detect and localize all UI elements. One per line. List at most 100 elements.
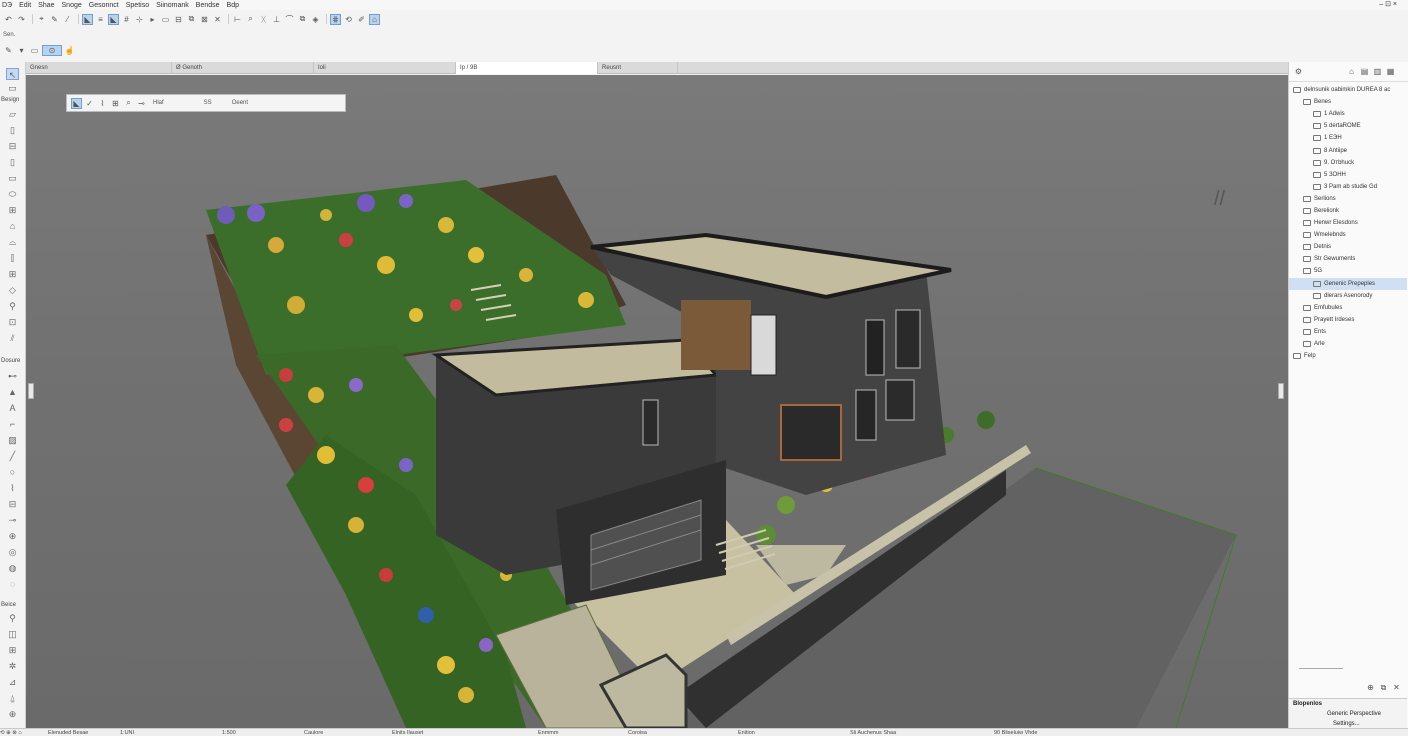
right-panel-handle[interactable]: [1278, 383, 1284, 399]
drawing-tool-icon[interactable]: ⊟: [6, 498, 19, 510]
redo-icon[interactable]: ↷: [16, 14, 27, 25]
status-icons[interactable]: ⟲ ⊕ ⊗ ⌂: [0, 730, 40, 736]
view-map-icon[interactable]: ▤: [1359, 66, 1370, 77]
tree-item[interactable]: Arle: [1289, 338, 1407, 350]
curtain-wall-tool-icon[interactable]: ⊞: [6, 268, 19, 280]
navigator-menu-icon[interactable]: ⚙: [1293, 66, 1304, 77]
menu-file[interactable]: DЭ: [2, 2, 12, 9]
menu-document[interactable]: Gesonnct: [89, 2, 119, 9]
edit-icon[interactable]: ✐: [356, 14, 367, 25]
mesh-tool-icon[interactable]: ⫽: [6, 332, 19, 344]
menu-window[interactable]: Bendse: [196, 2, 220, 9]
measure-icon[interactable]: ⊢: [232, 14, 243, 25]
field-a[interactable]: SS: [204, 100, 212, 106]
trace-icon[interactable]: ᚷ: [258, 14, 269, 25]
opening-tool-icon[interactable]: ⊕: [6, 708, 19, 720]
tree-item[interactable]: 5 ЗОНН: [1289, 169, 1407, 181]
tree-item[interactable]: 5 dertaROME: [1289, 120, 1407, 132]
add-view-icon[interactable]: ⊕: [1365, 682, 1376, 693]
lamp-tool-icon[interactable]: ✲: [6, 660, 19, 672]
pick-up-icon[interactable]: ⌖: [36, 14, 47, 25]
grid-tool-icon[interactable]: ⚲: [6, 612, 19, 624]
menu-design[interactable]: Snoge: [62, 2, 82, 9]
status-model-view[interactable]: Enmmm: [498, 730, 608, 736]
copy-icon[interactable]: ⧉: [297, 14, 308, 25]
grid-icon[interactable]: ⊞: [110, 98, 121, 109]
tree-item[interactable]: 1 Adwis: [1289, 108, 1407, 120]
explore-icon[interactable]: ⌇: [97, 98, 108, 109]
clone-icon[interactable]: ⧉: [1378, 682, 1389, 693]
field-b[interactable]: Oeent: [232, 100, 248, 106]
stack-icon[interactable]: ⊟: [173, 14, 184, 25]
publisher-icon[interactable]: ▦: [1385, 66, 1396, 77]
tab-layout[interactable]: Reusnt: [598, 62, 678, 74]
close-icon[interactable]: ✕: [212, 14, 223, 25]
tab-elevation[interactable]: Ioli: [314, 62, 456, 74]
tree-item[interactable]: Detnis: [1289, 241, 1407, 253]
slab-tool-icon[interactable]: ⬭: [6, 188, 19, 200]
tree-item[interactable]: delnsunik oabimkin DUREA 8 ac: [1289, 84, 1407, 96]
tree-item[interactable]: 9. Отbhuck: [1289, 157, 1407, 169]
tab-floor-plan[interactable]: Gnesn: [26, 62, 172, 74]
tree-item[interactable]: 3 Pam ab studie Gd: [1289, 181, 1407, 193]
measure-icon[interactable]: ⊸: [136, 98, 147, 109]
railing-tool-icon[interactable]: ⫿: [6, 252, 19, 264]
delete-icon[interactable]: ✕: [1391, 682, 1402, 693]
change-tool-icon[interactable]: ◌: [6, 578, 19, 590]
3d-view-icon[interactable]: ⌂: [369, 13, 380, 25]
mark-icon[interactable]: ◈: [310, 14, 321, 25]
status-scale[interactable]: 1:500: [180, 730, 298, 736]
align-icon[interactable]: ≡: [95, 14, 106, 25]
window-tool-icon[interactable]: ▭: [6, 172, 19, 184]
morph-tool-icon[interactable]: ◇: [6, 284, 19, 296]
zone-tool-icon[interactable]: ⊡: [6, 316, 19, 328]
status-story[interactable]: Elenuded Besae: [40, 730, 112, 736]
roof-tool-icon[interactable]: ⌂: [6, 220, 19, 232]
elevation-tool-icon[interactable]: ⊕: [6, 530, 19, 542]
left-panel-handle[interactable]: [28, 383, 34, 399]
status-layout[interactable]: Elnits Ilauset: [378, 730, 498, 736]
line-tool-icon[interactable]: ╱: [6, 450, 19, 462]
tab-section[interactable]: Ø Genoth: [172, 62, 314, 74]
label-tool-icon[interactable]: ⌐: [6, 418, 19, 430]
undo-icon[interactable]: ↶: [3, 14, 14, 25]
tree-item[interactable]: Serlions: [1289, 193, 1407, 205]
view-mode-icon[interactable]: ⊙: [42, 45, 62, 56]
3d-grid-icon[interactable]: ⋕: [330, 13, 341, 25]
door-tool-icon[interactable]: ▯: [6, 156, 19, 168]
tree-item[interactable]: Emfubules: [1289, 302, 1407, 314]
beam-tool-icon[interactable]: ⊟: [6, 140, 19, 152]
figure-tool-icon[interactable]: ⊞: [6, 644, 19, 656]
status-renovation[interactable]: Sli Auchenus Shaa: [828, 730, 978, 736]
status-3d-style[interactable]: 90 Bliseluiw Vhde: [978, 730, 1108, 736]
rectangle-icon[interactable]: ▭: [160, 14, 171, 25]
column-tool-icon[interactable]: ▯: [6, 124, 19, 136]
tree-item[interactable]: Henwr Elesdons: [1289, 217, 1407, 229]
layer-combination[interactable]: Hlaf: [153, 100, 164, 106]
pointer-icon[interactable]: ▸: [147, 14, 158, 25]
menu-help[interactable]: Bdp: [227, 2, 239, 9]
hand-icon[interactable]: ☝: [64, 45, 75, 56]
tree-item[interactable]: 8 Antiipe: [1289, 144, 1407, 156]
tree-item[interactable]: Ents: [1289, 326, 1407, 338]
tree-item[interactable]: Wmelebnds: [1289, 229, 1407, 241]
pen-icon[interactable]: ✎: [3, 45, 14, 56]
inject-icon[interactable]: ⁄: [62, 14, 73, 25]
3d-viewport[interactable]: //: [26, 75, 1288, 728]
cursor-snap-icon[interactable]: ⊹: [134, 14, 145, 25]
tree-item[interactable]: Benes: [1289, 96, 1407, 108]
status-units[interactable]: 1:UNI: [112, 730, 180, 736]
menu-teamwork[interactable]: Siinomank: [156, 2, 189, 9]
project-map-icon[interactable]: ⌂: [1346, 66, 1357, 77]
tree-item[interactable]: Str Gewuments: [1289, 253, 1407, 265]
tree-item[interactable]: Prayett Irdeses: [1289, 314, 1407, 326]
section-tool-icon[interactable]: ⊸: [6, 514, 19, 526]
tree-item[interactable]: Felp: [1289, 350, 1407, 362]
picture-icon[interactable]: ⊠: [199, 14, 210, 25]
pencil-icon[interactable]: ✎: [49, 14, 60, 25]
circle-tool-icon[interactable]: ○: [6, 466, 19, 478]
orbit-icon[interactable]: ✓: [84, 98, 95, 109]
polyline-tool-icon[interactable]: ⌇: [6, 482, 19, 494]
stair-tool-icon[interactable]: ⊞: [6, 204, 19, 216]
transform-icon[interactable]: ⟲: [343, 14, 354, 25]
